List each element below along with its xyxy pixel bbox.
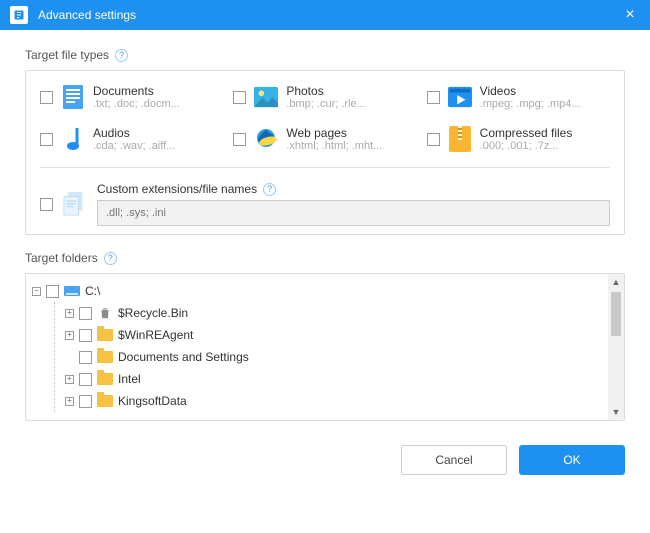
tree-checkbox[interactable] — [79, 395, 92, 408]
web-icon — [254, 125, 278, 153]
tree-node[interactable]: + KingsoftData — [65, 390, 602, 412]
custom-files-icon — [63, 190, 87, 218]
photos-icon — [254, 83, 278, 111]
checkbox-compressed[interactable] — [427, 133, 440, 146]
scrollbar[interactable]: ▲ ▼ — [608, 274, 624, 420]
type-audios[interactable]: Audios .cda; .wav; .aiff... — [40, 125, 223, 153]
ok-button[interactable]: OK — [519, 445, 625, 475]
folder-icon — [97, 350, 113, 364]
file-types-panel: Documents .txt; .doc; .docm... Photos .b… — [25, 70, 625, 235]
expand-icon[interactable]: + — [65, 331, 74, 340]
custom-label-text: Custom extensions/file names — [97, 182, 257, 196]
type-videos[interactable]: Videos .mpeg; .mpg; .mp4... — [427, 83, 610, 111]
compressed-icon — [448, 125, 472, 153]
type-photos[interactable]: Photos .bmp; .cur; .rle... — [233, 83, 416, 111]
checkbox-videos[interactable] — [427, 91, 440, 104]
type-ext: .bmp; .cur; .rle... — [286, 98, 365, 110]
type-label: Photos — [286, 84, 365, 98]
videos-icon — [448, 83, 472, 111]
target-folders-label: Target folders ? — [25, 251, 625, 265]
type-ext: .000; .001; .7z... — [480, 140, 573, 152]
type-ext: .xhtml; .html; .mht... — [286, 140, 382, 152]
recycle-bin-icon — [97, 306, 113, 320]
tree-label: $Recycle.Bin — [118, 306, 188, 320]
tree-node[interactable]: + $WinREAgent — [65, 324, 602, 346]
section-folders-text: Target folders — [25, 251, 98, 265]
cancel-button[interactable]: Cancel — [401, 445, 507, 475]
help-icon[interactable]: ? — [115, 49, 128, 62]
type-label: Compressed files — [480, 126, 573, 140]
tree-checkbox[interactable] — [79, 329, 92, 342]
tree-label: $WinREAgent — [118, 328, 193, 342]
checkbox-root[interactable] — [46, 285, 59, 298]
close-icon[interactable]: × — [620, 6, 640, 24]
checkbox-photos[interactable] — [233, 91, 246, 104]
scroll-down-icon[interactable]: ▼ — [608, 404, 624, 420]
type-compressed[interactable]: Compressed files .000; .001; .7z... — [427, 125, 610, 153]
scroll-thumb[interactable] — [611, 292, 621, 336]
custom-extensions-input[interactable] — [97, 200, 610, 226]
tree-checkbox[interactable] — [79, 351, 92, 364]
tree-label: KingsoftData — [118, 394, 187, 408]
folder-icon — [97, 328, 113, 342]
tree-node[interactable]: + $Recycle.Bin — [65, 302, 602, 324]
documents-icon — [61, 83, 85, 111]
folder-tree-panel: − C:\ + $Recycle.Bin + $WinREAgent — [25, 273, 625, 421]
type-ext: .txt; .doc; .docm... — [93, 98, 180, 110]
help-icon[interactable]: ? — [104, 252, 117, 265]
tree-node-root[interactable]: − C:\ — [32, 280, 602, 302]
collapse-icon[interactable]: − — [32, 287, 41, 296]
expand-icon[interactable]: + — [65, 375, 74, 384]
expand-icon[interactable]: + — [65, 309, 74, 318]
window-title: Advanced settings — [38, 8, 620, 22]
checkbox-documents[interactable] — [40, 91, 53, 104]
tree-label: Documents and Settings — [118, 350, 249, 364]
type-label: Documents — [93, 84, 180, 98]
target-file-types-label: Target file types ? — [25, 48, 625, 62]
folder-icon — [97, 394, 113, 408]
help-icon[interactable]: ? — [263, 183, 276, 196]
drive-icon — [64, 284, 80, 298]
checkbox-audios[interactable] — [40, 133, 53, 146]
checkbox-custom[interactable] — [40, 198, 53, 211]
type-web[interactable]: Web pages .xhtml; .html; .mht... — [233, 125, 416, 153]
tree-label: Intel — [118, 372, 141, 386]
tree-label: C:\ — [85, 284, 100, 298]
tree-node[interactable]: Documents and Settings — [65, 346, 602, 368]
type-label: Videos — [480, 84, 581, 98]
tree-checkbox[interactable] — [79, 373, 92, 386]
type-ext: .cda; .wav; .aiff... — [93, 140, 175, 152]
folder-tree[interactable]: − C:\ + $Recycle.Bin + $WinREAgent — [26, 274, 608, 420]
custom-extensions-row: Custom extensions/file names ? — [40, 182, 610, 226]
type-documents[interactable]: Documents .txt; .doc; .docm... — [40, 83, 223, 111]
tree-node[interactable]: + Intel — [65, 368, 602, 390]
section-types-text: Target file types — [25, 48, 109, 62]
checkbox-web[interactable] — [233, 133, 246, 146]
expand-icon[interactable]: + — [65, 397, 74, 406]
titlebar: Advanced settings × — [0, 0, 650, 30]
scroll-up-icon[interactable]: ▲ — [608, 274, 624, 290]
tree-checkbox[interactable] — [79, 307, 92, 320]
type-label: Web pages — [286, 126, 382, 140]
app-icon — [10, 6, 28, 24]
audios-icon — [61, 125, 85, 153]
folder-icon — [97, 372, 113, 386]
type-label: Audios — [93, 126, 175, 140]
type-ext: .mpeg; .mpg; .mp4... — [480, 98, 581, 110]
